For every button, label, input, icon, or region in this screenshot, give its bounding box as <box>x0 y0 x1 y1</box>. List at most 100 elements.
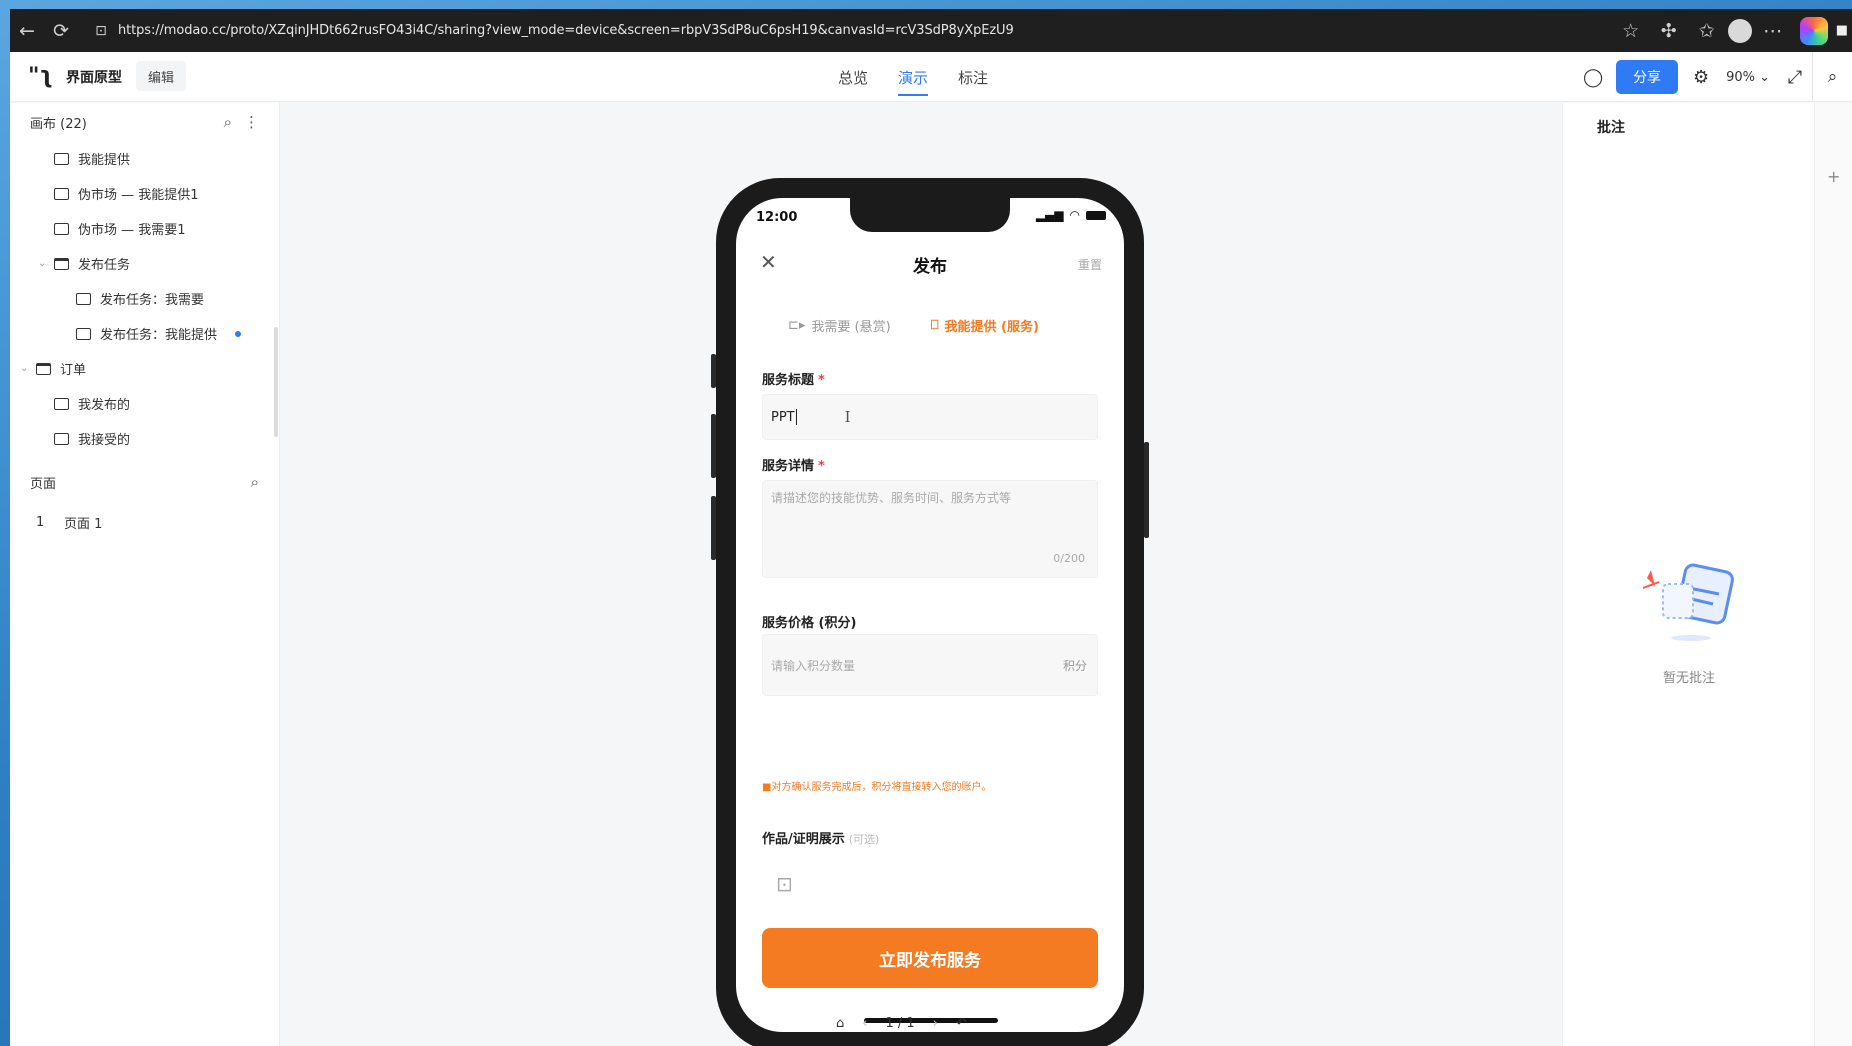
page-label: 页面 1 <box>64 516 103 532</box>
tree-item[interactable]: 我接受的 <box>10 421 279 456</box>
site-info-icon[interactable]: ⊡ <box>84 14 118 48</box>
tree-item-label: 我能提供 <box>78 153 131 168</box>
more-vertical-icon[interactable]: ⋮ <box>244 113 259 131</box>
phone-volume-down <box>711 496 716 560</box>
copilot-icon[interactable] <box>1799 16 1828 45</box>
tree-item[interactable]: 伪市场 — 我能提供1 <box>10 176 279 211</box>
address-bar[interactable]: ⊡ https://modao.cc/proto/XZqinJHDt662rus… <box>84 16 1014 46</box>
publish-service-button[interactable]: 立即发布服务 <box>762 928 1098 988</box>
bounty-icon: ⊏▸ <box>788 318 806 333</box>
topbar-actions: ◯ 分享 ⚙ 90% ⌄ ⤢ ⌕ <box>1576 52 1852 102</box>
page-item[interactable]: 1 页面 1 <box>10 502 279 542</box>
price-label: 服务价格 (积分) <box>762 612 856 631</box>
tree-item[interactable]: 我发布的 <box>10 386 279 421</box>
reset-button[interactable]: 重置 <box>1078 256 1102 273</box>
tab-overview[interactable]: 总览 <box>838 52 868 102</box>
screen-icon <box>54 432 69 445</box>
back-icon[interactable]: ← <box>10 14 44 48</box>
page-title: 发布 <box>913 257 947 277</box>
phone-mute-button <box>711 354 716 388</box>
required-mark: * <box>818 373 825 388</box>
service-detail-textarea[interactable]: 请描述您的技能优势、服务时间、服务方式等 0/200 <box>762 480 1098 578</box>
screen-icon <box>54 187 69 200</box>
edit-button[interactable]: 编辑 <box>136 61 186 91</box>
folder-icon <box>36 362 51 375</box>
tree-folder[interactable]: ⌄ 订单 <box>10 351 279 386</box>
camera-upload-icon[interactable]: ⊡ <box>776 872 806 902</box>
settings-sliders-icon[interactable]: ⚙ <box>1684 60 1718 94</box>
current-screen-dot <box>235 330 242 337</box>
price-input[interactable]: 请输入积分数量 积分 <box>762 634 1098 696</box>
fullscreen-icon[interactable]: ⤢ <box>1778 60 1812 94</box>
comment-icon[interactable]: ◯ <box>1576 60 1610 94</box>
tree-item-label: 发布任务：我需要 <box>100 293 205 308</box>
mode-tabs: 总览 演示 标注 <box>838 52 988 102</box>
app-topbar: "ʅ 界面原型 编辑 总览 演示 标注 ◯ 分享 ⚙ 90% ⌄ ⤢ ⌕ <box>10 52 1852 102</box>
tab-demo[interactable]: 演示 <box>898 52 929 102</box>
tree-item[interactable]: 发布任务：我需要 <box>10 281 279 316</box>
zoom-select[interactable]: 90% ⌄ <box>1726 70 1770 85</box>
tab-annotate[interactable]: 标注 <box>958 52 988 102</box>
folder-icon <box>54 257 69 270</box>
screen-icon <box>76 327 91 340</box>
screen-icon <box>76 292 91 305</box>
screen-icon <box>54 152 69 165</box>
empty-annotation-illustration <box>1642 563 1734 641</box>
app-window: "ʅ 界面原型 编辑 总览 演示 标注 ◯ 分享 ⚙ 90% ⌄ ⤢ ⌕ 画布 … <box>10 52 1852 1046</box>
search-icon[interactable]: ⌕ <box>224 113 232 131</box>
more-icon[interactable]: ⋯ <box>1756 14 1790 48</box>
tree-item-label: 发布任务 <box>78 258 131 273</box>
next-page-icon[interactable]: › <box>933 1016 938 1031</box>
search-icon[interactable]: ⌕ <box>251 473 279 491</box>
tree-item-selected[interactable]: 发布任务：我能提供 <box>10 316 279 351</box>
sidebar-scrollbar[interactable] <box>274 327 278 437</box>
tree-item-label: 伪市场 — 我需要1 <box>78 223 186 238</box>
favorites-list-icon[interactable]: ✩ <box>1690 14 1724 48</box>
favorite-icon[interactable]: ☆ <box>1614 14 1648 48</box>
annotation-title: 批注 <box>1597 120 1625 136</box>
tree-folder[interactable]: ⌄ 发布任务 <box>10 246 279 281</box>
text-caret <box>795 409 797 425</box>
pages-header: 页面 ⌕ <box>10 462 279 502</box>
search-icon[interactable]: ⌕ <box>1812 52 1852 102</box>
restart-icon[interactable]: ↶ <box>956 1016 967 1031</box>
canvas-count-label: 画布 (22) <box>30 116 87 132</box>
phone-volume-up <box>711 414 716 478</box>
left-sidebar: 画布 (22) ⌕ ⋮ 我能提供 伪市场 — 我能提供1 伪市场 — 我需要1 … <box>10 103 280 1046</box>
required-mark: * <box>818 459 825 474</box>
segment-need[interactable]: ⊏▸ 我需要 (悬赏) <box>788 316 891 335</box>
service-title-label: 服务标题 * <box>762 369 825 388</box>
browser-toolbar: ← ⟳ ⊡ https://modao.cc/proto/XZqinJHDt66… <box>10 9 1852 52</box>
wifi-icon: ◠ <box>1069 208 1080 222</box>
service-detail-placeholder: 请描述您的技能优势、服务时间、服务方式等 <box>771 491 1012 505</box>
tree-item-label: 我发布的 <box>78 398 131 413</box>
home-icon[interactable]: ⌂ <box>836 1016 844 1031</box>
tree-item-label: 发布任务：我能提供 <box>100 328 218 343</box>
extensions-icon[interactable]: ✣ <box>1652 14 1686 48</box>
tree-item[interactable]: 伪市场 — 我需要1 <box>10 211 279 246</box>
char-counter: 0/200 <box>1053 552 1085 565</box>
url-text[interactable]: https://modao.cc/proto/XZqinJHDt662rusFO… <box>118 23 1014 38</box>
service-title-input[interactable]: PPT I <box>762 394 1098 440</box>
tree-item[interactable]: 我能提供 <box>10 141 279 176</box>
zoom-value: 90% <box>1726 69 1755 85</box>
profile-avatar[interactable] <box>1727 18 1752 43</box>
share-button[interactable]: 分享 <box>1616 60 1679 94</box>
chevron-down-icon[interactable]: ⌄ <box>20 363 28 374</box>
refresh-icon[interactable]: ⟳ <box>44 14 78 48</box>
logo-icon[interactable]: "ʅ <box>28 64 53 89</box>
segment-need-label: 我需要 (悬赏) <box>811 320 891 335</box>
price-hint: ■对方确认服务完成后，积分将直接转入您的账户。 <box>762 782 992 793</box>
ibeam-cursor-icon: I <box>844 408 851 426</box>
add-icon[interactable]: + <box>1827 167 1840 186</box>
signal-icon: ▂▄▆ <box>1035 208 1064 222</box>
pages-header-label: 页面 <box>30 476 57 492</box>
briefcase-icon: ⎕ <box>930 318 939 333</box>
chevron-down-icon[interactable]: ⌄ <box>38 258 46 269</box>
tree-item-label: 我接受的 <box>78 433 131 448</box>
prev-page-icon[interactable]: ‹ <box>862 1016 867 1031</box>
page-number: 1 <box>36 514 45 530</box>
phone-notch <box>850 198 1010 232</box>
segment-offer[interactable]: ⎕ 我能提供 (服务) <box>931 316 1039 335</box>
empty-annotation-text: 暂无批注 <box>1662 671 1715 686</box>
